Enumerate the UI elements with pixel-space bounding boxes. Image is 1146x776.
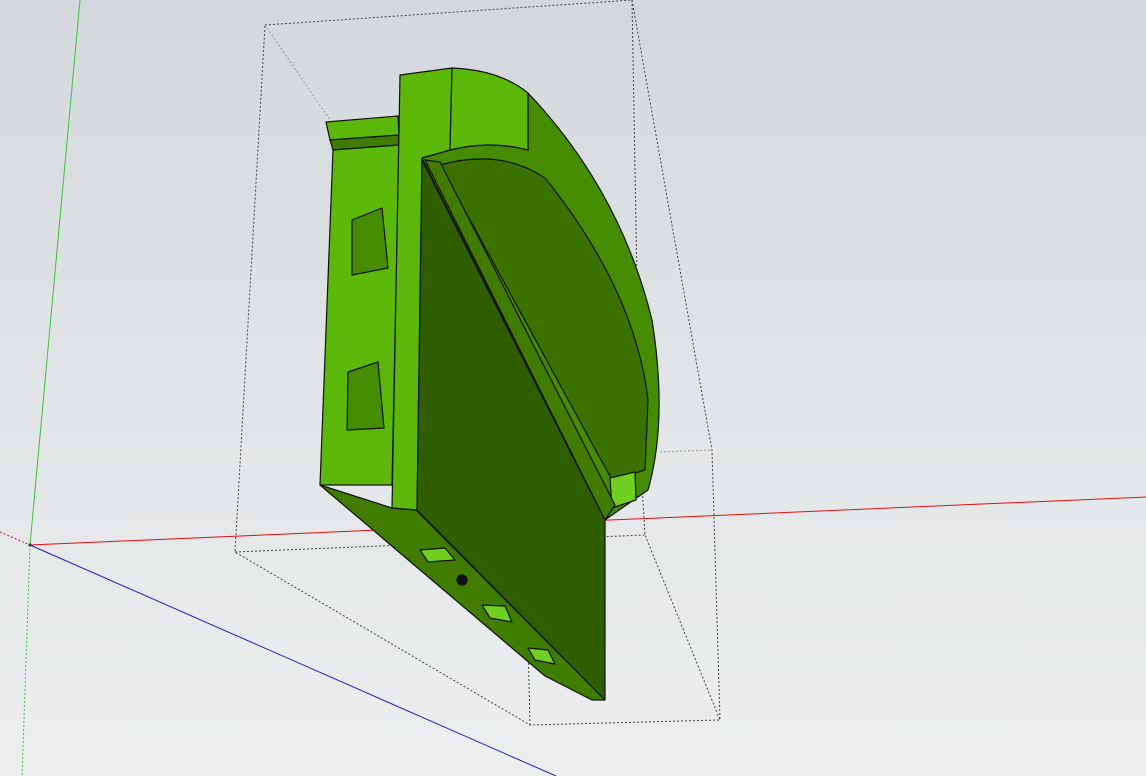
bottom-hole (456, 574, 468, 586)
green-axis-negative (21, 544, 31, 776)
axis-origin-icon (28, 543, 32, 547)
left-face (319, 144, 400, 486)
3d-model[interactable] (319, 67, 660, 701)
model-viewport[interactable] (0, 0, 1146, 776)
left-window-bottom (346, 361, 385, 431)
scene[interactable] (0, 0, 1146, 776)
green-axis (29, 0, 81, 546)
top-cap (449, 67, 529, 151)
left-window-top (351, 207, 389, 276)
red-axis-negative (0, 531, 31, 546)
